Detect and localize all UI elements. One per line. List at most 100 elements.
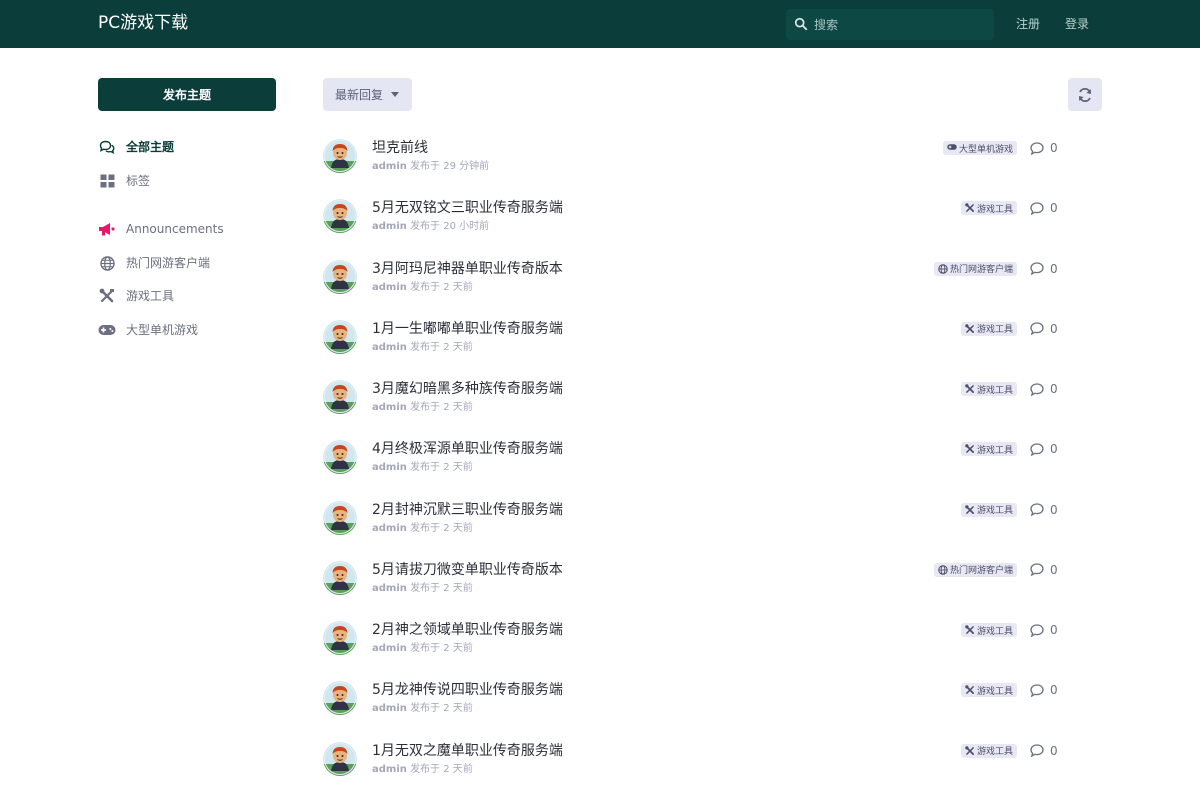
avatar[interactable] bbox=[323, 621, 357, 655]
discussion-row[interactable]: 5月无双铭文三职业传奇服务端 admin 发布于 20 小时前 游戏工具 0 bbox=[323, 199, 1103, 259]
avatar[interactable] bbox=[323, 440, 357, 475]
sidebar-item-announcements[interactable]: Announcements bbox=[98, 219, 224, 239]
discussion-meta: admin 发布于 2 天前 bbox=[372, 583, 473, 595]
posted-time: 发布于 29 分钟前 bbox=[410, 161, 490, 172]
tag-badge[interactable]: 游戏工具 bbox=[960, 201, 1017, 216]
posted-time: 发布于 2 天前 bbox=[410, 462, 473, 474]
search-box[interactable] bbox=[786, 9, 994, 40]
author-name[interactable]: admin bbox=[372, 764, 407, 775]
sidebar-item-game-tools[interactable]: 游戏工具 bbox=[98, 286, 174, 306]
discussion-title[interactable]: 5月龙神传说四职业传奇服务端 bbox=[372, 681, 563, 699]
reply-count-value: 0 bbox=[1050, 683, 1058, 698]
tag-badge[interactable]: 游戏工具 bbox=[960, 683, 1017, 698]
discussion-title[interactable]: 4月终极浑源单职业传奇服务端 bbox=[372, 440, 563, 458]
avatar[interactable] bbox=[323, 259, 357, 294]
avatar[interactable] bbox=[323, 319, 357, 354]
discussion-row[interactable]: 4月终极浑源单职业传奇服务端 admin 发布于 2 天前 游戏工具 0 bbox=[323, 440, 1103, 500]
discussion-title[interactable]: 5月请拔刀微变单职业传奇版本 bbox=[372, 561, 563, 579]
globe-icon bbox=[938, 565, 948, 575]
author-name[interactable]: admin bbox=[372, 161, 407, 172]
avatar[interactable] bbox=[323, 139, 357, 173]
tools-icon bbox=[965, 203, 975, 213]
sidebar-item-label: 大型单机游戏 bbox=[126, 323, 199, 337]
avatar[interactable] bbox=[323, 741, 357, 776]
sidebar-item-tags[interactable]: 标签 bbox=[98, 171, 150, 191]
tools-icon bbox=[965, 685, 975, 695]
discussion-row[interactable]: 2月封神沉默三职业传奇服务端 admin 发布于 2 天前 游戏工具 0 bbox=[323, 500, 1103, 561]
sidebar-item-all-topics[interactable]: 全部主题 bbox=[98, 137, 174, 157]
avatar[interactable] bbox=[323, 681, 357, 716]
discussion-title[interactable]: 2月神之领域单职业传奇服务端 bbox=[372, 621, 563, 639]
tag-badge[interactable]: 游戏工具 bbox=[960, 502, 1017, 517]
avatar[interactable] bbox=[323, 380, 357, 414]
author-name[interactable]: admin bbox=[372, 221, 407, 232]
site-title[interactable]: PC游戏下载 bbox=[98, 12, 188, 34]
sidebar-item-label: 全部主题 bbox=[126, 140, 175, 154]
new-topic-button[interactable]: 发布主题 bbox=[98, 78, 276, 111]
discussion-title[interactable]: 2月封神沉默三职业传奇服务端 bbox=[372, 501, 563, 519]
tools-icon bbox=[98, 287, 116, 305]
discussion-meta: admin 发布于 2 天前 bbox=[372, 282, 473, 294]
discussion-title[interactable]: 3月阿玛尼神器单职业传奇版本 bbox=[372, 260, 563, 278]
discussion-meta: admin 发布于 2 天前 bbox=[372, 342, 473, 354]
comment-icon bbox=[1030, 563, 1044, 577]
discussion-title[interactable]: 1月无双之魔单职业传奇服务端 bbox=[372, 742, 563, 760]
discussion-row[interactable]: 3月阿玛尼神器单职业传奇版本 admin 发布于 2 天前 热门网游客户端 0 bbox=[323, 259, 1103, 320]
discussion-title[interactable]: 5月无双铭文三职业传奇服务端 bbox=[372, 199, 563, 217]
author-name[interactable]: admin bbox=[372, 703, 407, 714]
avatar[interactable] bbox=[323, 199, 357, 234]
author-name[interactable]: admin bbox=[372, 583, 407, 594]
tag-badge[interactable]: 游戏工具 bbox=[960, 442, 1017, 457]
discussion-row[interactable]: 3月魔幻暗黑多种族传奇服务端 admin 发布于 2 天前 游戏工具 0 bbox=[323, 380, 1103, 440]
tag-badge[interactable]: 热门网游客户端 bbox=[933, 261, 1017, 276]
tag-badge[interactable]: 大型单机游戏 bbox=[942, 141, 1017, 155]
discussion-row[interactable]: 坦克前线 admin 发布于 29 分钟前 大型单机游戏 0 bbox=[323, 139, 1103, 199]
reply-count-value: 0 bbox=[1050, 502, 1058, 517]
tag-badge[interactable]: 游戏工具 bbox=[960, 382, 1017, 396]
tag-badge[interactable]: 游戏工具 bbox=[960, 321, 1017, 336]
posted-time: 发布于 2 天前 bbox=[410, 281, 473, 293]
sort-dropdown[interactable]: 最新回复 bbox=[323, 78, 412, 111]
tag-badge[interactable]: 游戏工具 bbox=[960, 743, 1017, 758]
discussion-row[interactable]: 1月一生嘟嘟单职业传奇服务端 admin 发布于 2 天前 游戏工具 0 bbox=[323, 319, 1103, 380]
tag-badge[interactable]: 游戏工具 bbox=[960, 623, 1017, 637]
tools-icon bbox=[965, 384, 975, 394]
discussion-title[interactable]: 1月一生嘟嘟单职业传奇服务端 bbox=[372, 320, 563, 338]
refresh-button[interactable] bbox=[1068, 78, 1102, 111]
comment-icon bbox=[1030, 141, 1044, 155]
avatar[interactable] bbox=[323, 560, 357, 595]
search-input[interactable] bbox=[814, 9, 989, 40]
avatar[interactable] bbox=[323, 500, 357, 535]
discussion-row[interactable]: 5月龙神传说四职业传奇服务端 admin 发布于 2 天前 游戏工具 0 bbox=[323, 681, 1103, 741]
megaphone-icon bbox=[98, 220, 116, 238]
reply-count: 0 bbox=[1030, 320, 1058, 338]
reply-count: 0 bbox=[1030, 501, 1058, 519]
author-name[interactable]: admin bbox=[372, 523, 407, 534]
discussion-title[interactable]: 3月魔幻暗黑多种族传奇服务端 bbox=[372, 380, 563, 398]
register-link[interactable]: 注册 bbox=[1016, 17, 1040, 31]
discussion-row[interactable]: 1月无双之魔单职业传奇服务端 admin 发布于 2 天前 游戏工具 0 bbox=[323, 741, 1103, 800]
tag-label: 游戏工具 bbox=[976, 626, 1013, 637]
discussion-meta: admin 发布于 20 小时前 bbox=[372, 221, 489, 233]
gamepad-icon bbox=[947, 143, 957, 153]
sidebar-item-single-player-games[interactable]: 大型单机游戏 bbox=[98, 320, 198, 340]
discussion-meta: admin 发布于 2 天前 bbox=[372, 462, 473, 474]
discussion-meta: admin 发布于 2 天前 bbox=[372, 402, 473, 414]
tag-badge[interactable]: 热门网游客户端 bbox=[933, 562, 1017, 577]
reply-count: 0 bbox=[1030, 742, 1058, 760]
author-name[interactable]: admin bbox=[372, 402, 407, 413]
gamepad-icon bbox=[98, 321, 116, 339]
author-name[interactable]: admin bbox=[372, 462, 407, 473]
reply-count: 0 bbox=[1030, 139, 1058, 157]
author-name[interactable]: admin bbox=[372, 342, 407, 353]
discussion-row[interactable]: 2月神之领域单职业传奇服务端 admin 发布于 2 天前 游戏工具 0 bbox=[323, 621, 1103, 681]
sidebar-item-label: 游戏工具 bbox=[126, 289, 175, 303]
sidebar-item-hot-online-games[interactable]: 热门网游客户端 bbox=[98, 253, 210, 273]
discussion-row[interactable]: 5月请拔刀微变单职业传奇版本 admin 发布于 2 天前 热门网游客户端 0 bbox=[323, 560, 1103, 621]
posted-time: 发布于 2 天前 bbox=[410, 402, 473, 413]
discussion-title[interactable]: 坦克前线 bbox=[372, 139, 428, 157]
login-link[interactable]: 登录 bbox=[1065, 17, 1089, 31]
author-name[interactable]: admin bbox=[372, 643, 407, 654]
author-name[interactable]: admin bbox=[372, 282, 407, 293]
posted-time: 发布于 2 天前 bbox=[410, 703, 473, 715]
